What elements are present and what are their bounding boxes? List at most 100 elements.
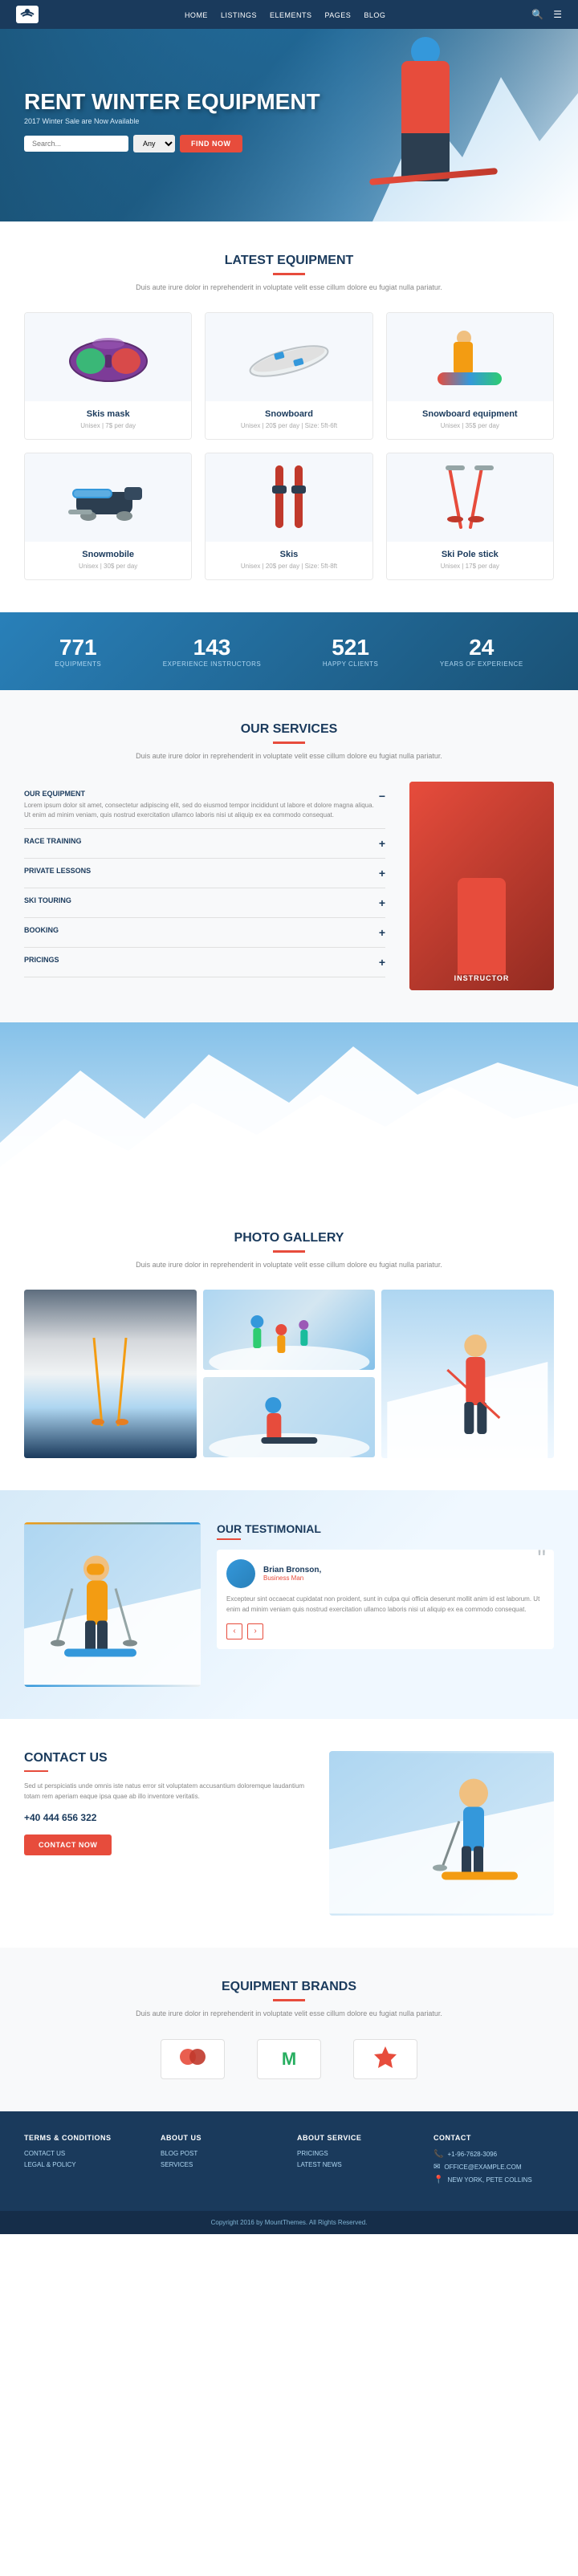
service-toggle-5[interactable]: + [379, 956, 385, 969]
brand-3-symbol [369, 2045, 401, 2073]
equipment-card-skis[interactable]: Skis Unisex | 20$ per day | Size: 5ft-8f… [205, 453, 372, 580]
service-toggle-1[interactable]: + [379, 837, 385, 850]
poles-info: Ski Pole stick Unisex | 17$ per day [387, 542, 553, 579]
service-item-private[interactable]: PRIVATE LESSONS + [24, 859, 385, 888]
service-item-equipment[interactable]: OUR EQUIPMENT Lorem ipsum dolor sit amet… [24, 782, 385, 829]
goggles-name: Skis mask [33, 409, 183, 419]
service-toggle-0[interactable]: − [379, 790, 385, 802]
nav-home[interactable]: HOME [185, 7, 208, 22]
footer-col-2-title: ABOUT US [161, 2134, 281, 2142]
poles-desc: Unisex | 17$ per day [395, 562, 545, 571]
testimonial-divider [217, 1538, 241, 1540]
service-toggle-2[interactable]: + [379, 867, 385, 880]
latest-equipment-subtitle: Duis aute irure dolor in reprehenderit i… [24, 282, 554, 293]
gallery-item-3[interactable] [381, 1290, 554, 1458]
snowboard-name: Snowboard [214, 409, 364, 419]
equipment-card-goggles[interactable]: Skis mask Unisex | 7$ per day [24, 312, 192, 440]
testimonial-content: OUR TESTIMONIAL " Brian Bronson, Busines… [217, 1522, 554, 1687]
service-toggle-3[interactable]: + [379, 896, 385, 909]
gallery-title: PHOTO GALLERY [24, 1231, 554, 1245]
logo[interactable] [16, 6, 39, 23]
stat-equipments-number: 771 [55, 635, 101, 660]
footer-item-about-blog[interactable]: BLOG POST [161, 2150, 281, 2157]
gallery-grid [24, 1290, 554, 1458]
footer-item-about-services[interactable]: SERVICES [161, 2161, 281, 2168]
nav-pages[interactable]: PAGES [324, 7, 351, 22]
service-item-booking[interactable]: BOOKING + [24, 918, 385, 948]
title-divider [273, 273, 305, 275]
stat-instructors-number: 143 [163, 635, 261, 660]
navbar: HOME LISTINGS ELEMENTS PAGES BLOG 🔍 ☰ [0, 0, 578, 29]
testimonial-prev-button[interactable]: ‹ [226, 1623, 242, 1639]
testimonial-section: OUR TESTIMONIAL " Brian Bronson, Busines… [0, 1490, 578, 1719]
brand-2[interactable]: M [257, 2039, 321, 2079]
testimonial-next-button[interactable]: › [247, 1623, 263, 1639]
sp-board [438, 372, 502, 385]
footer-item-terms[interactable]: CONTACT US [24, 2150, 144, 2157]
stat-clients-label: Happy Clients [323, 660, 378, 668]
testimonial-skier-image [24, 1522, 201, 1687]
logo-icon [16, 6, 39, 23]
goggles-image [25, 313, 191, 401]
services-content: OUR EQUIPMENT Lorem ipsum dolor sit amet… [24, 782, 554, 990]
snowboard-eq-desc: Unisex | 35$ per day [395, 421, 545, 431]
service-item-race[interactable]: RACE TRAINING + [24, 829, 385, 859]
service-title-2: PRIVATE LESSONS [24, 867, 91, 875]
service-title-0: OUR EQUIPMENT [24, 790, 379, 798]
footer-item-phone[interactable]: 📞 +1-96-7628-3096 [434, 2150, 554, 2159]
brands-section: EQUIPMENT BRANDS Duis aute irure dolor i… [0, 1948, 578, 2111]
search-icon[interactable]: 🔍 [531, 9, 543, 20]
snowboard-eq-image [387, 313, 553, 401]
service-text-0: Lorem ipsum dolor sit amet, consectetur … [24, 801, 379, 820]
gallery-item-1[interactable] [24, 1290, 197, 1458]
contact-now-button[interactable]: CONTACT NOW [24, 1834, 112, 1855]
nav-blog[interactable]: BLOG [364, 7, 385, 22]
equipment-card-snowboard[interactable]: Snowboard Unisex | 20$ per day | Size: 5… [205, 312, 372, 440]
nav-elements[interactable]: ELEMENTS [270, 7, 312, 22]
skis-desc: Unisex | 20$ per day | Size: 5ft-8ft [214, 562, 364, 571]
service-title-3: SKI TOURING [24, 896, 71, 904]
equipment-card-snowboard-eq[interactable]: Snowboard equipment Unisex | 35$ per day [386, 312, 554, 440]
footer-item-location[interactable]: 📍 NEW YORK, PETE COLLINS [434, 2176, 554, 2184]
footer: TERMS & CONDITIONS CONTACT US LEGAL & PO… [0, 2111, 578, 2211]
search-input[interactable] [24, 136, 128, 152]
phone-icon: 📞 [434, 2150, 443, 2159]
contact-phone: +40 444 656 322 [24, 1812, 305, 1823]
service-title-4: BOOKING [24, 926, 59, 934]
services-title: OUR SERVICES [24, 722, 554, 737]
footer-item-pricings[interactable]: PRICINGS [297, 2150, 417, 2157]
brand-1[interactable] [161, 2039, 225, 2079]
contact-title: CONTACT US [24, 1751, 305, 1765]
instructor-image: INSTRUCTOR [409, 782, 554, 990]
sp-body [454, 342, 473, 374]
brand-3[interactable] [353, 2039, 417, 2079]
footer-col-1: TERMS & CONDITIONS CONTACT US LEGAL & PO… [24, 2134, 144, 2188]
reviewer-details: Brian Bronson, Business Man [263, 1566, 321, 1582]
nav-listings[interactable]: LISTINGS [221, 7, 257, 22]
snowboard-desc: Unisex | 20$ per day | Size: 5ft-6ft [214, 421, 364, 431]
hero-content: RENT WINTER EQUIPMENT 2017 Winter Sale a… [0, 90, 320, 161]
footer-item-email[interactable]: ✉ OFFICE@EXAMPLE.COM [434, 2163, 554, 2172]
service-item-touring[interactable]: SKI TOURING + [24, 888, 385, 918]
stat-equipments: 771 Equipments [55, 635, 101, 668]
footer-col-4-title: CONTACT [434, 2134, 554, 2142]
skier-body [401, 61, 450, 141]
find-now-button[interactable]: Find Now [180, 135, 242, 152]
filter-select[interactable]: Any [133, 135, 175, 152]
footer-item-contact[interactable]: LEGAL & POLICY [24, 2161, 144, 2168]
service-item-pricing[interactable]: PRICINGS + [24, 948, 385, 977]
skis-image [206, 453, 372, 542]
testimonial-navigation: ‹ › [226, 1623, 544, 1639]
snowboard-eq-name: Snowboard equipment [395, 409, 545, 419]
gallery-item-4[interactable] [203, 1377, 376, 1458]
services-subtitle: Duis aute irure dolor in reprehenderit i… [24, 750, 554, 762]
service-toggle-4[interactable]: + [379, 926, 385, 939]
contact-info: CONTACT US Sed ut perspiciatis unde omni… [24, 1751, 305, 1916]
gallery-item-2[interactable] [203, 1290, 376, 1371]
latest-equipment-title: LATEST EQUIPMENT [24, 254, 554, 268]
testimonial-card: " Brian Bronson, Business Man Excepteur … [217, 1550, 554, 1649]
footer-item-latest-news[interactable]: LATEST NEWS [297, 2161, 417, 2168]
menu-icon[interactable]: ☰ [553, 9, 562, 20]
equipment-card-snowmobile[interactable]: Snowmobile Unisex | 30$ per day [24, 453, 192, 580]
equipment-card-poles[interactable]: Ski Pole stick Unisex | 17$ per day [386, 453, 554, 580]
